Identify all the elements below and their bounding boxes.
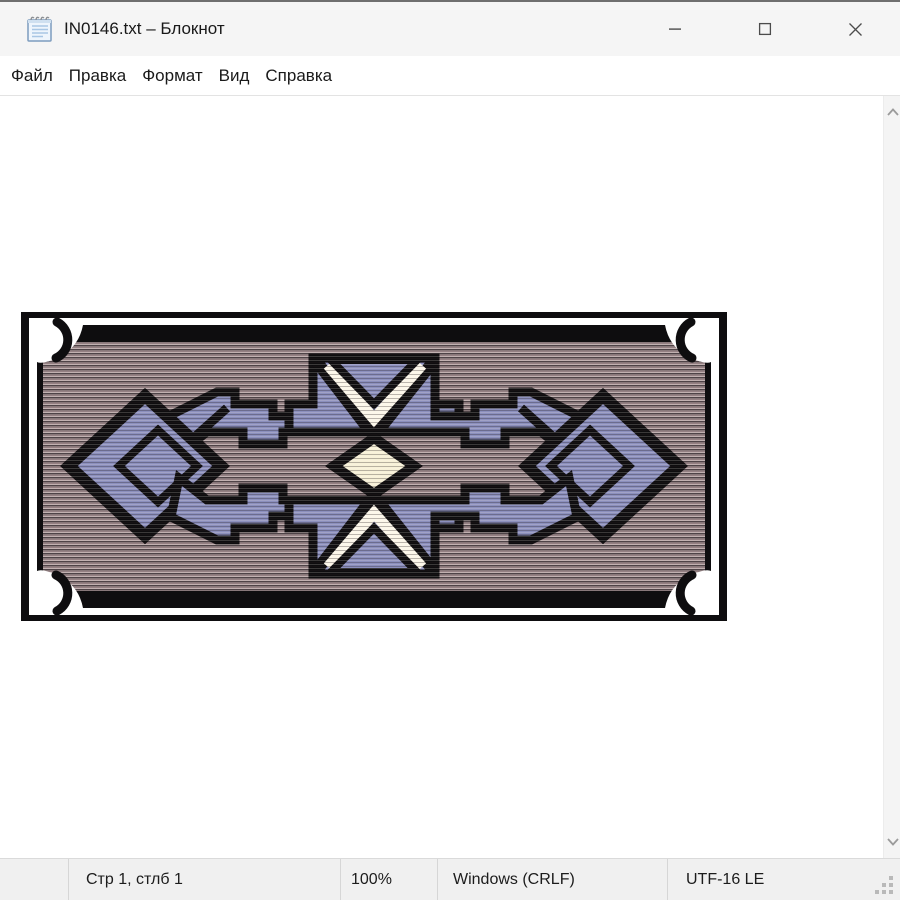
menu-file[interactable]: Файл [3, 66, 61, 86]
maximize-button[interactable] [720, 2, 810, 56]
menu-format[interactable]: Формат [134, 66, 210, 86]
encoding-text: UTF-16 LE [686, 871, 764, 889]
maximize-icon [758, 22, 772, 36]
title-bar[interactable]: IN0146.txt – Блокнот [0, 2, 900, 56]
window-title: IN0146.txt – Блокнот [64, 19, 225, 39]
rug-scanline-overlay [43, 342, 705, 591]
menu-edit[interactable]: Правка [61, 66, 134, 86]
status-blank-cell [0, 859, 68, 900]
vertical-scrollbar[interactable] [883, 96, 900, 858]
minimize-icon [668, 22, 682, 36]
notepad-window: IN0146.txt – Блокнот Файл Правка Формат [0, 0, 900, 900]
status-encoding: UTF-16 LE [667, 859, 900, 900]
status-line-endings: Windows (CRLF) [437, 859, 667, 900]
window-controls [630, 2, 900, 56]
close-button[interactable] [810, 2, 900, 56]
status-zoom-level: 100% [340, 859, 437, 900]
minimize-button[interactable] [630, 2, 720, 56]
scroll-up-button[interactable] [885, 104, 900, 120]
notepad-icon [24, 14, 54, 44]
rug-ansi-art [21, 312, 727, 621]
menu-help[interactable]: Справка [257, 66, 340, 86]
chevron-down-icon [887, 838, 899, 846]
line-endings-text: Windows (CRLF) [453, 871, 575, 889]
status-cursor-position: Стр 1, стлб 1 [68, 859, 340, 900]
close-icon [848, 22, 863, 37]
status-bar: Стр 1, стлб 1 100% Windows (CRLF) UTF-16… [0, 858, 900, 900]
chevron-up-icon [887, 108, 899, 116]
resize-grip-icon[interactable] [874, 875, 895, 896]
text-content-area[interactable] [0, 96, 900, 858]
menu-bar: Файл Правка Формат Вид Справка [0, 56, 900, 96]
menu-view[interactable]: Вид [211, 66, 258, 86]
zoom-level-text: 100% [351, 871, 392, 889]
scroll-down-button[interactable] [885, 834, 900, 850]
rug-art-svg [21, 312, 727, 621]
cursor-position-text: Стр 1, стлб 1 [86, 871, 183, 889]
